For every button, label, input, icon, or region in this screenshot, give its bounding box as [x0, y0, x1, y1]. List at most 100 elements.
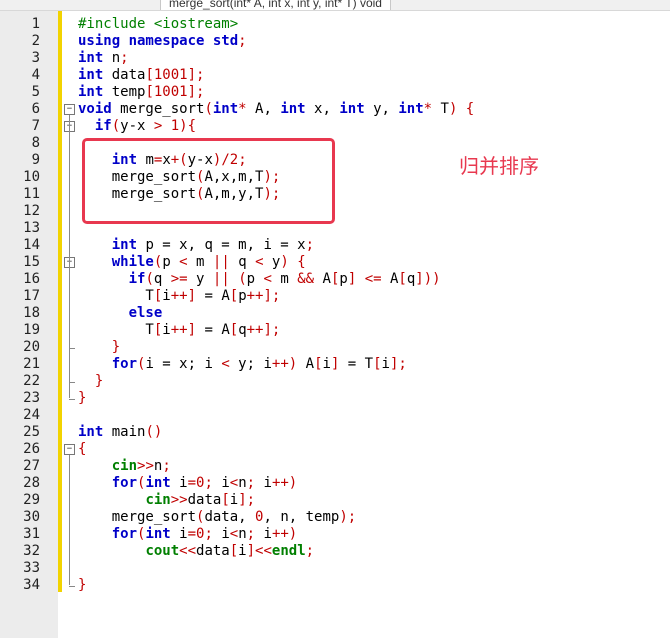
code-token: ++] [170, 288, 197, 304]
code-token: [ [229, 543, 239, 559]
code-token: for [111, 475, 138, 491]
code-line[interactable]: cin>>n; [78, 458, 171, 475]
code-token: ; [305, 543, 315, 559]
code-token: ; [246, 526, 256, 542]
line-number: 10 [23, 169, 40, 185]
code-token: ); [339, 509, 357, 525]
line-number: 17 [23, 288, 40, 304]
code-token: #include <iostream> [78, 16, 239, 32]
code-token: data [196, 543, 230, 559]
line-number: 16 [23, 271, 40, 287]
code-token: = T [339, 356, 374, 372]
code-token: p [162, 254, 180, 270]
code-token: A, [246, 101, 281, 117]
code-token: i [170, 526, 188, 542]
code-token: int [145, 475, 171, 491]
code-token: else [128, 305, 163, 321]
code-line[interactable]: #include <iostream> [78, 16, 238, 33]
code-token: ]; [238, 492, 256, 508]
code-line[interactable]: while(p < m || q < y) { [78, 254, 306, 271]
code-line[interactable]: cout<<data[i]<<endl; [78, 543, 314, 560]
code-line[interactable]: cin>>data[i]; [78, 492, 255, 509]
line-number: 22 [23, 373, 40, 389]
code-token: * [423, 101, 433, 117]
code-line[interactable]: { [78, 441, 86, 458]
annotation-label: 归并排序 [459, 154, 539, 178]
code-token: endl [271, 543, 306, 559]
code-line[interactable]: void merge_sort(int* A, int x, int y, in… [78, 101, 474, 118]
code-line[interactable]: int data[1001]; [78, 67, 204, 84]
code-token: = A [196, 288, 230, 304]
fold-guide-line [69, 455, 70, 585]
code-token: =0; [187, 475, 213, 491]
code-token: n [238, 475, 247, 491]
line-number: 24 [23, 407, 40, 423]
code-token: i [212, 526, 230, 542]
code-token: [1001]; [145, 84, 205, 100]
line-number: 32 [23, 543, 40, 559]
line-number: 2 [31, 33, 40, 49]
code-token: [ [373, 356, 382, 372]
code-token: i [255, 475, 272, 491]
code-token: T [78, 322, 154, 338]
code-line[interactable]: int temp[1001]; [78, 84, 204, 101]
code-line[interactable]: for(int i=0; i<n; i++) [78, 475, 298, 492]
code-line[interactable]: int p = x, q = m, i = x; [78, 237, 314, 254]
code-token: temp [103, 84, 146, 100]
code-token: m [187, 254, 213, 270]
code-token: , n, temp [263, 509, 340, 525]
code-token: } [78, 577, 87, 593]
code-token: x, [305, 101, 340, 117]
code-token: T [78, 288, 154, 304]
code-token: int [145, 526, 171, 542]
code-line[interactable]: for(i = x; i < y; i++) A[i] = T[i]; [78, 356, 407, 373]
code-line[interactable]: } [78, 390, 86, 407]
code-token: } [78, 390, 87, 406]
editor-tab[interactable]: merge_sort(int* A, int x, int y, int* T)… [160, 0, 391, 10]
fold-end-marker [69, 382, 75, 383]
code-line[interactable]: } [78, 339, 120, 356]
code-line[interactable]: int main() [78, 424, 162, 441]
code-line[interactable]: } [78, 577, 86, 594]
line-number: 21 [23, 356, 40, 372]
code-token: ++]; [246, 322, 281, 338]
code-line[interactable]: for(int i=0; i<n; i++) [78, 526, 298, 543]
code-token: if [128, 271, 146, 287]
line-number: 20 [23, 339, 40, 355]
code-token: () [145, 424, 163, 440]
code-line[interactable]: if(y-x > 1){ [78, 118, 196, 135]
code-token: y; i [229, 356, 272, 372]
fold-toggle-icon[interactable]: − [64, 444, 75, 455]
fold-toggle-icon[interactable]: − [64, 104, 75, 115]
line-number: 5 [31, 84, 40, 100]
fold-end-marker [69, 399, 75, 400]
code-token: [ [229, 288, 239, 304]
line-number: 15 [23, 254, 40, 270]
code-line[interactable]: T[i++] = A[p++]; [78, 288, 280, 305]
code-line[interactable]: } [78, 373, 103, 390]
code-line[interactable]: merge_sort(data, 0, n, temp); [78, 509, 356, 526]
code-token: i [238, 543, 247, 559]
code-token: n [238, 526, 247, 542]
code-token: ]<< [246, 543, 272, 559]
code-token: i [212, 475, 230, 491]
code-line[interactable]: if(q >= y || (p < m && A[p] <= A[q])) [78, 271, 441, 288]
code-token: i [170, 475, 188, 491]
code-line[interactable]: int n; [78, 50, 129, 67]
code-token: || [212, 271, 230, 287]
code-token: [ [398, 271, 407, 287]
code-line[interactable]: else [78, 305, 163, 322]
code-token: y [263, 254, 281, 270]
code-token: < [229, 475, 239, 491]
line-number: 13 [23, 220, 40, 236]
code-token: m [271, 271, 298, 287]
code-line[interactable]: using namespace std; [78, 33, 247, 50]
code-line[interactable]: T[i++] = A[q++]; [78, 322, 280, 339]
code-token: ])) [415, 271, 441, 287]
code-token: =0; [187, 526, 213, 542]
